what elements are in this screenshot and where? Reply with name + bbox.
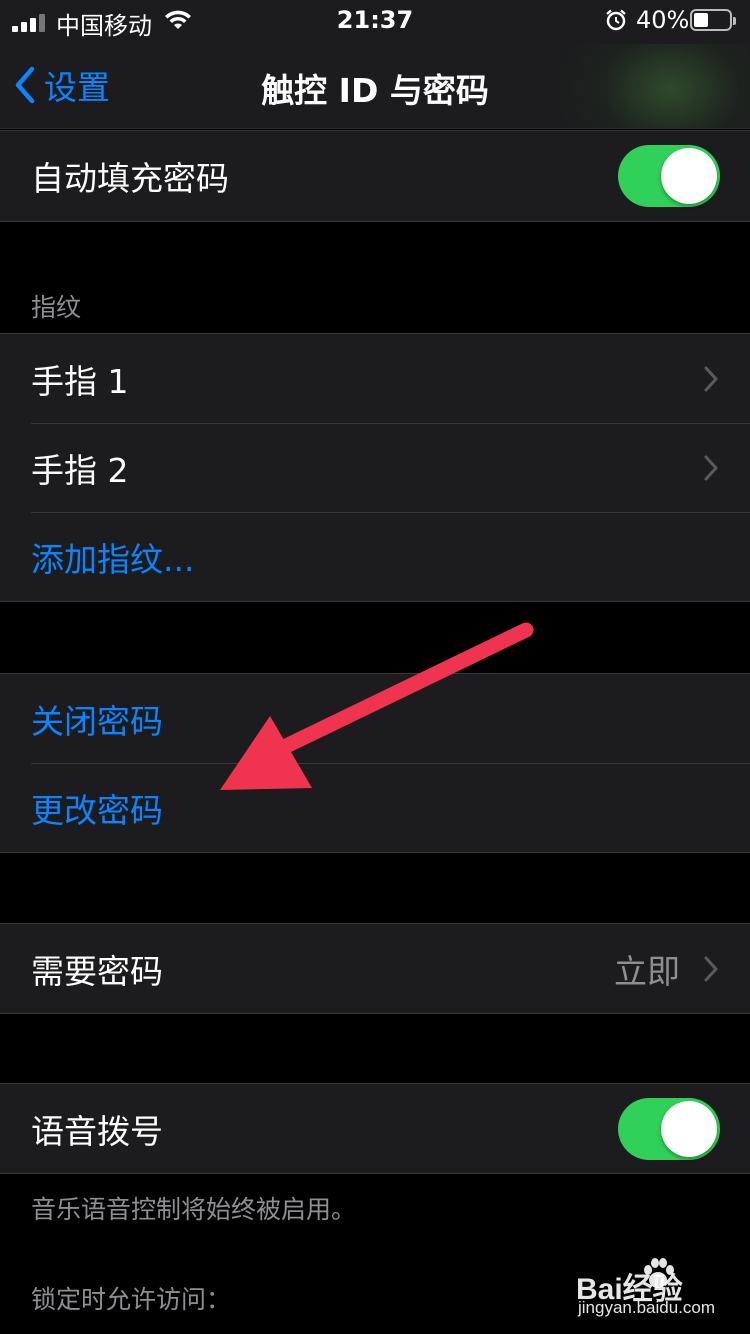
require-passcode-row[interactable]: 需要密码 立即 [0,924,750,1013]
change-passcode-button[interactable]: 更改密码 [31,784,163,832]
turn-off-passcode-row[interactable]: 关闭密码 [0,674,750,763]
voice-dial-toggle[interactable] [618,1097,720,1160]
chevron-right-icon [704,455,718,481]
chevron-right-icon [704,366,718,392]
alarm-icon [606,9,626,31]
require-passcode-group: 需要密码 立即 [0,923,750,1014]
battery-percent: 40% [636,6,690,34]
autofill-row: 自动填充密码 [0,131,750,221]
status-bar: 中国移动 21:37 40% [0,0,750,44]
page-title: 触控 ID 与密码 [261,71,489,110]
change-passcode-row[interactable]: 更改密码 [0,763,750,852]
allow-access-header: 锁定时允许访问： [31,1285,232,1314]
add-fingerprint-button[interactable]: 添加指纹... [31,533,194,581]
watermark: Bai经验 jingyan.baidu.com [572,1250,742,1330]
finger-1-label: 手指 1 [31,361,129,401]
voice-dial-footer: 音乐语音控制将始终被启用。 [31,1195,357,1224]
finger-2-label: 手指 2 [31,450,129,490]
autofill-toggle[interactable] [618,145,720,207]
voice-dial-row: 语音拨号 [0,1084,750,1173]
voice-dial-label: 语音拨号 [31,1111,163,1151]
finger-1-row[interactable]: 手指 1 [0,334,750,423]
voice-dial-group: 语音拨号 [0,1083,750,1174]
autofill-label: 自动填充密码 [31,159,229,198]
require-passcode-value: 立即 [614,951,680,991]
turn-off-passcode-button[interactable]: 关闭密码 [31,695,163,743]
finger-2-row[interactable]: 手指 2 [0,423,750,512]
chevron-right-icon [704,956,718,982]
fingerprints-group: 手指 1 手指 2 添加指纹... [0,333,750,602]
require-passcode-label: 需要密码 [31,951,163,991]
fingerprints-header: 指纹 [31,293,82,322]
passcode-group: 关闭密码 更改密码 [0,673,750,853]
navigation-bar: 设置 触控 ID 与密码 [0,44,750,129]
watermark-url: jingyan.baidu.com [578,1298,716,1317]
battery-icon [690,9,736,31]
add-fingerprint-row[interactable]: 添加指纹... [0,512,750,601]
autofill-group: 自动填充密码 [0,130,750,222]
